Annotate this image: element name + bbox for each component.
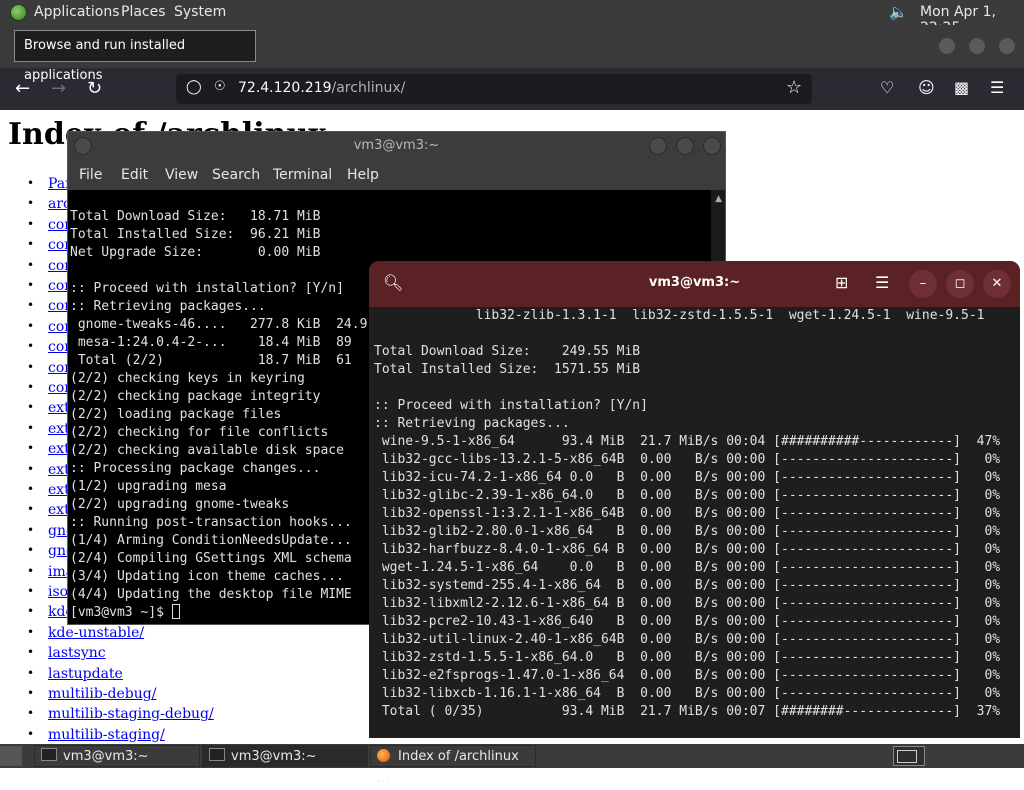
terminal-1-title: vm3@vm3:~ bbox=[68, 132, 725, 160]
terminal-2-close-button[interactable]: ✕ bbox=[983, 270, 1011, 298]
workspace-thumbnail[interactable] bbox=[897, 750, 917, 763]
terminal-2-output[interactable]: lib32-zlib-1.3.1-1 lib32-zstd-1.5.5-1 wg… bbox=[374, 307, 1000, 721]
task-label: vm3@vm3:~ bbox=[63, 749, 149, 764]
taskbar-item-firefox[interactable]: Index of /archlinux ... bbox=[370, 745, 536, 786]
terminal-window-2[interactable]: 🔍︎ vm3@vm3:~ ⊞ ☰ – ◻ ✕ lib32-zlib-1.3.1-… bbox=[369, 261, 1020, 738]
terminal-1-maximize-button[interactable] bbox=[676, 137, 694, 155]
distro-logo-icon[interactable] bbox=[10, 4, 27, 21]
url-path: /archlinux/ bbox=[331, 80, 406, 96]
workspace-switcher[interactable] bbox=[893, 746, 925, 766]
menu-edit[interactable]: Edit bbox=[121, 167, 148, 183]
minimize-button[interactable] bbox=[939, 38, 955, 54]
scroll-up-arrow-icon[interactable]: ▲ bbox=[715, 194, 722, 204]
menu-applications[interactable]: Applications bbox=[34, 4, 120, 20]
taskbar: vm3@vm3:~ vm3@vm3:~ Index of /archlinux … bbox=[0, 744, 1024, 786]
terminal-2-maximize-button[interactable]: ◻ bbox=[946, 270, 974, 298]
extensions-icon[interactable]: ▩ bbox=[954, 78, 969, 97]
directory-link[interactable]: multilib-debug/ bbox=[48, 686, 156, 702]
account-icon[interactable]: ☺ bbox=[918, 78, 935, 97]
terminal-1-output[interactable]: Total Download Size: 18.71 MiB Total Ins… bbox=[70, 208, 367, 622]
shield-icon[interactable]: ◯ bbox=[186, 79, 202, 95]
pocket-icon[interactable]: ♡ bbox=[880, 78, 894, 97]
hamburger-menu-icon[interactable]: ☰ bbox=[875, 273, 889, 292]
task-label: vm3@vm3:~ bbox=[231, 749, 317, 764]
terminal-1-menu-button[interactable] bbox=[74, 137, 92, 155]
menu-terminal[interactable]: Terminal bbox=[273, 167, 332, 183]
text-cursor bbox=[171, 604, 180, 619]
terminal-1-close-button[interactable] bbox=[703, 137, 721, 155]
firefox-icon bbox=[377, 749, 390, 762]
menu-places[interactable]: Places bbox=[121, 4, 166, 20]
taskbar-item-terminal-2[interactable]: vm3@vm3:~ bbox=[202, 745, 368, 767]
directory-link[interactable]: multilib-staging/ bbox=[48, 727, 165, 743]
menu-system[interactable]: System bbox=[174, 4, 226, 20]
hamburger-menu-icon[interactable]: ☰ bbox=[990, 78, 1004, 97]
taskbar-item-terminal-1[interactable]: vm3@vm3:~ bbox=[34, 745, 200, 767]
terminal-icon bbox=[209, 748, 225, 761]
maximize-button[interactable] bbox=[969, 38, 985, 54]
url-host: 72.4.120.219 bbox=[238, 80, 332, 96]
show-desktop-button[interactable] bbox=[0, 746, 22, 766]
top-panel: Applications Places System 🔈 Mon Apr 1, … bbox=[0, 0, 1024, 36]
new-tab-icon[interactable]: ⊞ bbox=[835, 273, 848, 292]
menu-view[interactable]: View bbox=[165, 167, 198, 183]
directory-link[interactable]: lastupdate bbox=[48, 666, 123, 682]
terminal-icon bbox=[41, 748, 57, 761]
menu-search[interactable]: Search bbox=[212, 167, 260, 183]
menu-help[interactable]: Help bbox=[347, 167, 379, 183]
close-button[interactable] bbox=[999, 38, 1015, 54]
directory-link[interactable]: lastsync bbox=[48, 645, 106, 661]
directory-link[interactable]: multilib-staging-debug/ bbox=[48, 706, 214, 722]
menu-file[interactable]: File bbox=[79, 167, 102, 183]
terminal-2-minimize-button[interactable]: – bbox=[909, 270, 937, 298]
terminal-2-headerbar: 🔍︎ vm3@vm3:~ ⊞ ☰ – ◻ ✕ bbox=[369, 261, 1020, 307]
directory-link[interactable]: kde-unstable/ bbox=[48, 625, 144, 641]
speaker-icon[interactable]: 🔈 bbox=[889, 3, 908, 21]
applications-tooltip: Browse and run installed applications bbox=[14, 30, 256, 83]
terminal-1-menubar: File Edit View Search Terminal Help bbox=[68, 160, 725, 190]
terminal-1-minimize-button[interactable] bbox=[649, 137, 667, 155]
url-text[interactable]: 72.4.120.219/archlinux/ bbox=[238, 80, 405, 96]
bookmark-star-icon[interactable]: ☆ bbox=[786, 77, 802, 98]
directory-link[interactable]: iso bbox=[48, 584, 68, 600]
lock-warning-icon[interactable]: ☉ bbox=[214, 79, 226, 94]
shell-prompt: [vm3@vm3 ~]$ bbox=[70, 605, 172, 620]
